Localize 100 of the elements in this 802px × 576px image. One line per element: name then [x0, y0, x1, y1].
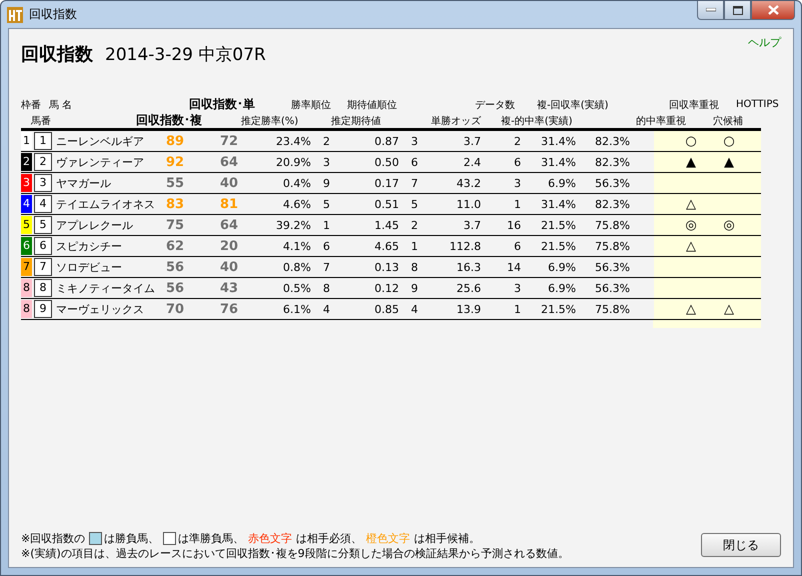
horse-name: マーヴェリックス [55, 302, 145, 316]
table-cell-text: 2.4 [462, 156, 481, 168]
table-cell-text: 75.8% [594, 218, 630, 232]
table-cell-text: 75.8% [594, 240, 630, 252]
table-cell-text: 21.5% [540, 240, 576, 252]
table-cell-text: 3.7 [462, 218, 481, 232]
close-window-button[interactable] [751, 1, 795, 20]
column-header: 回収指数･単 [189, 96, 256, 113]
table-cell-text: 0.51 [374, 198, 399, 210]
frame-number: 3 [21, 174, 32, 192]
note-text: 橙色文字 [366, 531, 410, 546]
table-cell-text: 20.9% [275, 156, 311, 168]
color-swatch-icon [163, 532, 176, 545]
prediction-mark: ▲ [723, 154, 735, 170]
table-cell-text: 0.5% [282, 282, 311, 294]
table-cell-text: 6.9% [547, 176, 576, 190]
note-text: は相手必須、 [296, 531, 362, 546]
minimize-icon [706, 8, 716, 12]
table-cell-text: 13.9 [456, 302, 481, 316]
horse-name: ニーレンベルギア [55, 134, 145, 148]
column-header: 推定勝率(%) [241, 114, 300, 128]
app-logo-icon [7, 6, 23, 22]
table-cell-text: 31.4% [540, 134, 576, 148]
table-cell-text: 2 [322, 134, 331, 148]
horse-number: 7 [34, 258, 52, 276]
table-cell-text: 7 [322, 260, 331, 274]
table-cell-text: 56.3% [594, 176, 630, 190]
frame-number: 5 [21, 216, 32, 234]
table-cell-text: 0.85 [374, 302, 399, 316]
place-index: 43 [219, 280, 240, 296]
table-cell-text: 75.8% [594, 302, 630, 316]
horse-number: 4 [34, 195, 52, 213]
table-cell-text: 21.5% [540, 302, 576, 316]
table-cell-text: 8 [322, 282, 331, 294]
table-cell-text: 0.4% [282, 176, 311, 190]
note-text: ※回収指数の [21, 531, 86, 546]
table-cell-text: 56.3% [594, 282, 630, 294]
table-cell-text: 16.3 [456, 260, 481, 274]
table-cell-text: 3.7 [462, 134, 481, 148]
table-cell-text: 1.45 [374, 218, 399, 232]
page-title: 回収指数 [21, 43, 93, 66]
column-header: 複-的中率(実績) [501, 114, 574, 128]
table-cell-text: 112.8 [448, 240, 481, 252]
table-cell-text: 23.4% [275, 134, 311, 148]
note-text: ※(実績)の項目は、過去のレースにおいて回収指数･複を9段階に分類した場合の検証結果から予測される数値。 [21, 546, 569, 561]
table-cell-text: 0.50 [374, 156, 399, 168]
table-cell-text: 9 [322, 176, 331, 190]
table-cell-text: 31.4% [540, 156, 576, 168]
table-cell-text: 14 [506, 260, 521, 274]
column-header: 枠番 [21, 98, 42, 112]
column-header: 期待値順位 [347, 98, 398, 112]
prediction-mark: △ [685, 302, 697, 316]
table-cell-text: 82.3% [594, 198, 630, 210]
maximize-button[interactable] [724, 1, 751, 20]
close-icon [768, 5, 778, 15]
column-header: 回収指数･複 [136, 112, 203, 129]
table-cell-text: 4.65 [374, 240, 399, 252]
table-cell-text: 2 [513, 134, 521, 148]
place-index: 64 [219, 218, 240, 232]
place-index: 81 [219, 196, 240, 212]
close-button[interactable]: 閉じる [701, 533, 781, 557]
column-header: 勝率順位 [291, 98, 332, 112]
table-cell-text: 5 [410, 198, 419, 210]
table-cell-text: 1 [322, 218, 331, 232]
table-cell-text: 7 [410, 176, 419, 190]
table-cell-text: 25.6 [456, 282, 481, 294]
help-link[interactable]: ヘルプ [748, 35, 781, 66]
column-header: データ数 [475, 98, 516, 112]
minimize-button[interactable] [697, 1, 724, 20]
horse-number: 5 [34, 216, 52, 234]
table-cell-text: 21.5% [540, 218, 576, 232]
table-cell-text: 6.9% [547, 282, 576, 294]
table-cell-text: 16 [506, 218, 521, 232]
note-text: は準勝負馬、 [178, 531, 244, 546]
column-header: HOTTIPS [736, 99, 780, 110]
horse-name: ヤマガール [55, 176, 112, 190]
column-header: 馬番 [31, 114, 52, 128]
window-title: 回収指数 [29, 6, 77, 23]
maximize-icon [732, 6, 742, 14]
place-index: 64 [219, 154, 240, 170]
win-index: 83 [165, 196, 186, 212]
horse-name: スピカシチー [55, 238, 123, 254]
table-cell-text: 4.6% [282, 198, 311, 210]
frame-number: 8 [21, 279, 32, 297]
table-cell-text: 9 [410, 282, 419, 294]
column-header: 馬 名 [49, 98, 74, 112]
table-cell-text: 8 [410, 260, 419, 274]
column-header: 穴候補 [713, 114, 744, 128]
prediction-mark: ○ [684, 134, 698, 148]
color-swatch-icon [89, 532, 102, 545]
win-index: 89 [165, 134, 186, 148]
table-cell-text: 82.3% [594, 156, 630, 168]
table-cell-text: 43.2 [456, 176, 481, 190]
race-title: 2014-3-29 中京07R [105, 44, 266, 66]
table-cell-text: 31.4% [540, 198, 576, 210]
prediction-mark: ◎ [722, 218, 736, 232]
table-cell-text: 1 [410, 240, 419, 252]
horse-number: 8 [34, 279, 52, 297]
horse-number: 1 [34, 132, 52, 150]
table-cell-text: 3 [513, 282, 521, 294]
